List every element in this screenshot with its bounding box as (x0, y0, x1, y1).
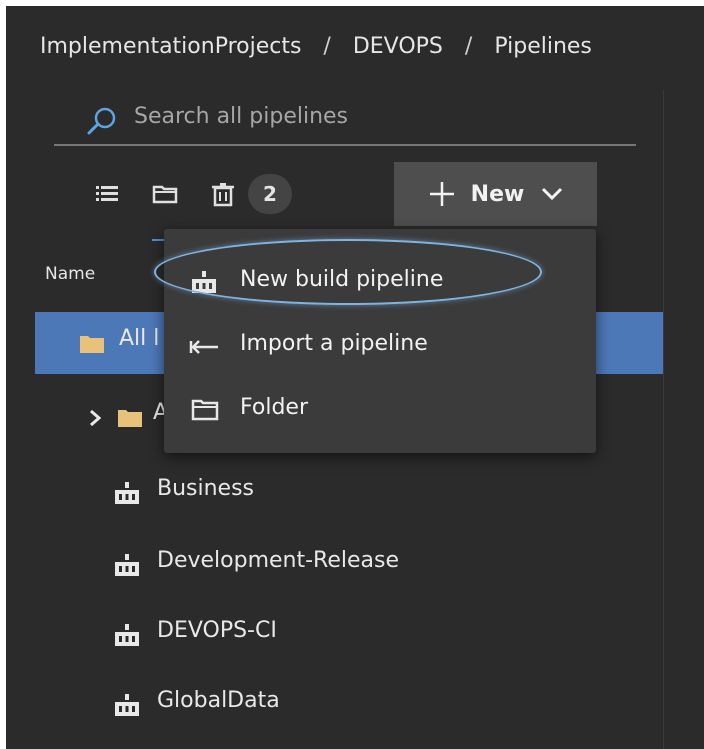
breadcrumb-item-devops[interactable]: DEVOPS (353, 34, 443, 59)
folder-outline-icon (191, 399, 219, 421)
menu-item-folder[interactable]: Folder (164, 381, 596, 441)
list-item-label: Business (157, 476, 255, 501)
search-input[interactable]: Search all pipelines (134, 104, 348, 129)
list-item-label: Development-Release (157, 548, 399, 573)
build-pipeline-icon (192, 271, 216, 293)
plus-icon (429, 182, 454, 206)
breadcrumb-item-project[interactable]: ImplementationProjects (40, 34, 301, 59)
list-item-pipeline[interactable]: Development-Release (35, 534, 663, 596)
chevron-right-icon[interactable] (87, 408, 103, 428)
breadcrumb-separator: / (323, 33, 331, 59)
new-button-label: New (470, 181, 525, 207)
breadcrumb-separator: / (464, 33, 473, 59)
column-header-name[interactable]: Name (45, 264, 95, 284)
build-pipeline-icon (115, 694, 139, 716)
build-pipeline-icon (115, 624, 139, 646)
menu-item-import-pipeline[interactable]: Import a pipeline (164, 317, 596, 377)
folder-icon (118, 410, 142, 427)
list-item-pipeline[interactable]: DEVOPS-CI (35, 604, 663, 666)
search-icon (87, 107, 116, 135)
folder-icon (80, 336, 104, 353)
menu-item-new-build-pipeline[interactable]: New build pipeline (164, 253, 596, 313)
build-pipeline-icon (115, 482, 139, 504)
list-item-pipeline[interactable]: GlobalData (35, 674, 663, 736)
menu-item-label: Import a pipeline (240, 331, 428, 356)
breadcrumb-item-pipelines[interactable]: Pipelines (494, 34, 592, 59)
menu-item-label: New build pipeline (240, 267, 444, 292)
chevron-down-icon (542, 187, 563, 201)
folder-view-icon[interactable] (150, 179, 180, 209)
menu-item-label: Folder (240, 395, 308, 420)
search-box[interactable]: Search all pipelines (54, 94, 636, 146)
list-view-icon[interactable] (92, 179, 122, 209)
list-item-label: All l (119, 326, 160, 351)
build-pipeline-icon (115, 554, 139, 576)
list-item-pipeline[interactable]: Business (35, 462, 663, 524)
list-item-label: DEVOPS-CI (157, 618, 277, 643)
breadcrumb: ImplementationProjects / DEVOPS / Pipeli… (40, 26, 592, 66)
pipelines-window: ImplementationProjects / DEVOPS / Pipeli… (6, 6, 704, 749)
import-arrow-icon (189, 340, 218, 354)
list-item-label: GlobalData (157, 688, 280, 713)
trash-icon[interactable] (208, 179, 238, 209)
new-button[interactable]: New (394, 162, 597, 226)
deleted-count-badge: 2 (248, 174, 292, 214)
new-dropdown-menu: New build pipeline Import a pipeline Fol… (154, 229, 596, 453)
panel-divider (663, 90, 664, 749)
